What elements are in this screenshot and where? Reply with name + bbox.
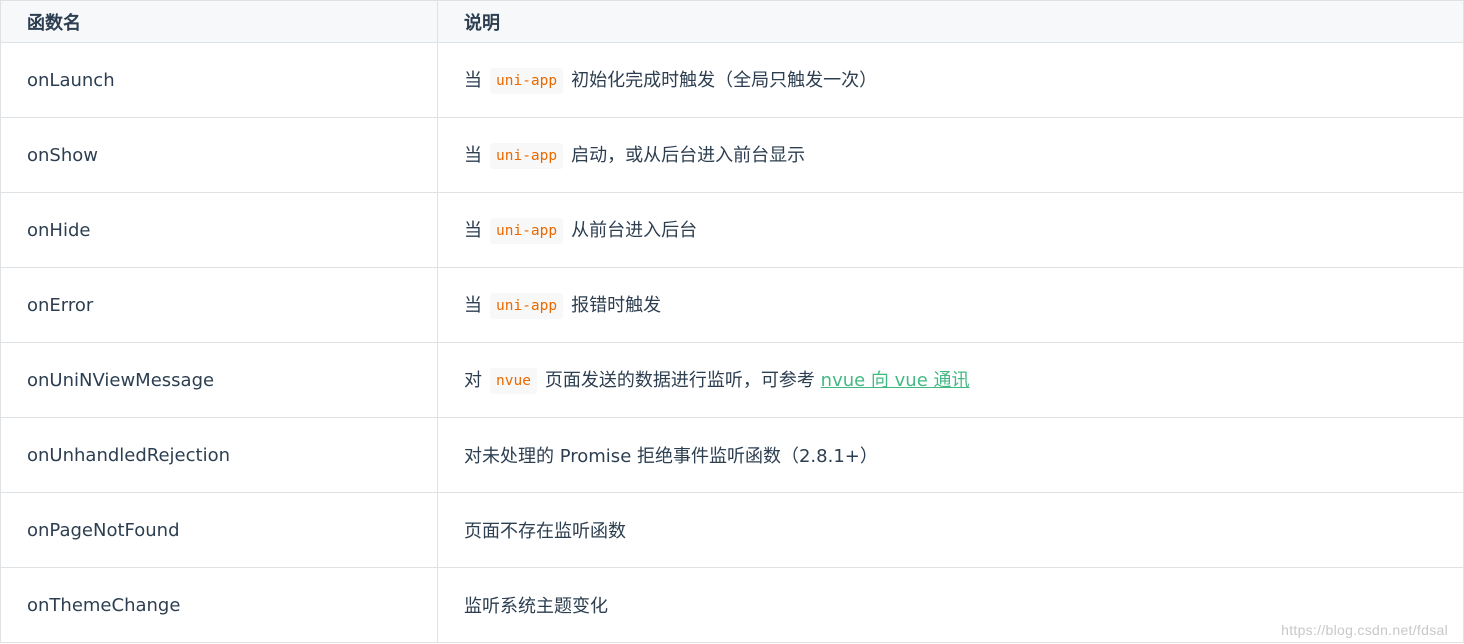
inline-code: nvue (490, 368, 537, 394)
function-name-cell: onShow (0, 117, 438, 193)
watermark: https://blog.csdn.net/fdsal (1281, 622, 1448, 638)
description-text: 报错时触发 (571, 295, 662, 316)
inline-code: uni-app (490, 293, 564, 319)
description-text: 从前台进入后台 (571, 220, 698, 241)
table-row: onThemeChange 监听系统主题变化 (0, 567, 1464, 643)
header-row: 函数名 说明 (0, 0, 1464, 43)
description-cell: 对未处理的 Promise 拒绝事件监听函数（2.8.1+） (437, 417, 1464, 493)
table-row: onShow 当 uni-app 启动，或从后台进入前台显示 (0, 117, 1464, 193)
inline-code: uni-app (490, 218, 564, 244)
table-row: onPageNotFound 页面不存在监听函数 (0, 492, 1464, 568)
description-prefix: 当 (464, 145, 482, 166)
function-name-cell: onThemeChange (0, 567, 438, 643)
description-cell: 页面不存在监听函数 (437, 492, 1464, 568)
table-body: onLaunch 当 uni-app 初始化完成时触发（全局只触发一次） onSho… (0, 42, 1464, 643)
description-text: 初始化完成时触发（全局只触发一次） (571, 70, 878, 91)
description-text: 页面发送的数据进行监听，可参考 (544, 370, 815, 391)
header-function-name: 函数名 (0, 0, 438, 43)
description-prefix: 当 (464, 70, 482, 91)
function-name-cell: onError (0, 267, 438, 343)
table-row: onUniNViewMessage 对 nvue 页面发送的数据进行监听，可参考 n… (0, 342, 1464, 418)
api-table: 函数名 说明 onLaunch 当 uni-app 初始化完成时触发（全局只触发一次… (0, 0, 1464, 643)
description-prefix: 对 (464, 370, 482, 391)
inline-code: uni-app (490, 143, 564, 169)
description-prefix: 当 (464, 220, 482, 241)
table-row: onError 当 uni-app 报错时触发 (0, 267, 1464, 343)
table-header: 函数名 说明 (0, 0, 1464, 43)
function-name-cell: onUniNViewMessage (0, 342, 438, 418)
function-name-cell: onUnhandledRejection (0, 417, 438, 493)
function-name-cell: onLaunch (0, 42, 438, 118)
description-cell: 当 uni-app 初始化完成时触发（全局只触发一次） (437, 42, 1464, 118)
table-row: onUnhandledRejection 对未处理的 Promise 拒绝事件监… (0, 417, 1464, 493)
inline-code: uni-app (490, 68, 564, 94)
function-name-cell: onHide (0, 192, 438, 268)
description-text: 启动，或从后台进入前台显示 (571, 145, 806, 166)
description-cell: 当 uni-app 从前台进入后台 (437, 192, 1464, 268)
description-cell: 当 uni-app 报错时触发 (437, 267, 1464, 343)
table-row: onLaunch 当 uni-app 初始化完成时触发（全局只触发一次） (0, 42, 1464, 118)
nvue-vue-communication-link[interactable]: nvue 向 vue 通讯 (821, 370, 970, 391)
header-description: 说明 (437, 0, 1464, 43)
description-prefix: 当 (464, 295, 482, 316)
table-row: onHide 当 uni-app 从前台进入后台 (0, 192, 1464, 268)
description-cell: 当 uni-app 启动，或从后台进入前台显示 (437, 117, 1464, 193)
function-name-cell: onPageNotFound (0, 492, 438, 568)
description-cell: 对 nvue 页面发送的数据进行监听，可参考 nvue 向 vue 通讯 (437, 342, 1464, 418)
